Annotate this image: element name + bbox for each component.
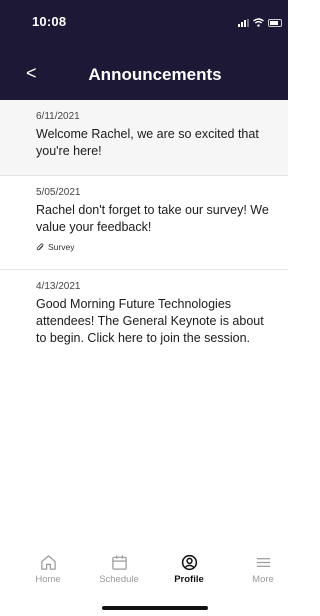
- status-icons: [238, 17, 282, 27]
- app-header: 10:08 < Announcements: [0, 0, 288, 100]
- profile-icon: [181, 554, 197, 571]
- tab-profile[interactable]: Profile: [162, 554, 216, 585]
- announcement-list: 6/11/2021 Welcome Rachel, we are so exci…: [0, 100, 288, 380]
- announcement-date: 6/11/2021: [36, 111, 80, 122]
- announcement-message: Rachel don't forget to take our survey! …: [36, 203, 269, 234]
- tab-schedule[interactable]: Schedule: [92, 554, 146, 585]
- paperclip-icon: [36, 242, 44, 250]
- home-icon: [40, 555, 56, 570]
- menu-icon: [256, 558, 270, 567]
- announcement-message: Good Morning Future Technologies attende…: [36, 297, 264, 345]
- announcement-item[interactable]: 6/11/2021 Welcome Rachel, we are so exci…: [0, 100, 288, 176]
- tab-home[interactable]: Home: [21, 554, 75, 585]
- status-time: 10:08: [32, 14, 67, 29]
- page-title: Announcements: [88, 65, 222, 84]
- announcement-message: Welcome Rachel, we are so excited that y…: [36, 127, 259, 158]
- announcement-item[interactable]: 5/05/2021 Rachel don't forget to take ou…: [0, 176, 288, 270]
- battery-icon: [268, 19, 282, 27]
- announcement-date: 5/05/2021: [36, 187, 81, 198]
- home-indicator[interactable]: [102, 606, 208, 610]
- tab-label: More: [252, 574, 274, 585]
- tab-more[interactable]: More: [236, 554, 290, 585]
- survey-attachment-link[interactable]: Survey: [36, 242, 272, 252]
- tab-label: Profile: [174, 574, 204, 585]
- wifi-icon: [253, 18, 264, 27]
- announcement-date: 4/13/2021: [36, 281, 81, 292]
- signal-icon: [238, 19, 249, 27]
- tab-bar: Home Schedule Profile More: [0, 554, 288, 594]
- announcement-item[interactable]: 4/13/2021 Good Morning Future Technologi…: [0, 270, 288, 380]
- status-bar: 10:08: [0, 0, 288, 44]
- nav-bar: < Announcements: [0, 58, 288, 90]
- attachment-label: Survey: [48, 242, 75, 252]
- tab-label: Home: [35, 574, 61, 585]
- calendar-icon: [111, 555, 127, 570]
- tab-label: Schedule: [99, 574, 139, 585]
